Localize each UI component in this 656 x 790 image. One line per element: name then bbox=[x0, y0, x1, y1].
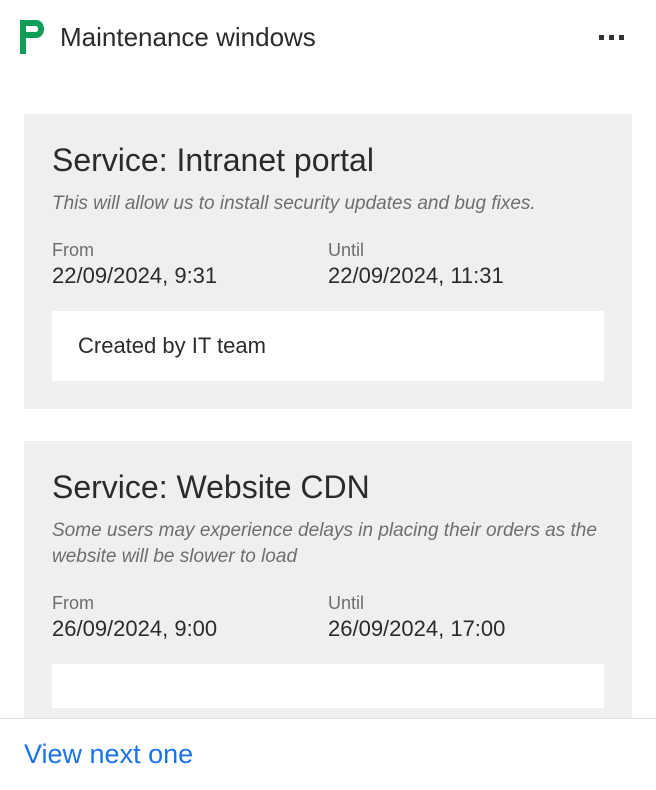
header: Maintenance windows bbox=[0, 0, 656, 74]
until-column: Until 22/09/2024, 11:31 bbox=[328, 240, 604, 289]
from-value: 22/09/2024, 9:31 bbox=[52, 263, 328, 289]
from-column: From 22/09/2024, 9:31 bbox=[52, 240, 328, 289]
until-value: 22/09/2024, 11:31 bbox=[328, 263, 604, 289]
view-next-link[interactable]: View next one bbox=[24, 739, 632, 770]
maintenance-card: Service: Website CDN Some users may expe… bbox=[24, 441, 632, 736]
header-left: Maintenance windows bbox=[18, 18, 316, 56]
logo-p-icon bbox=[18, 18, 46, 56]
from-value: 26/09/2024, 9:00 bbox=[52, 616, 328, 642]
until-column: Until 26/09/2024, 17:00 bbox=[328, 593, 604, 642]
dot-icon bbox=[599, 35, 604, 40]
dot-icon bbox=[619, 35, 624, 40]
dot-icon bbox=[609, 35, 614, 40]
created-by-box: Created by IT team bbox=[52, 311, 604, 381]
from-column: From 26/09/2024, 9:00 bbox=[52, 593, 328, 642]
date-row: From 26/09/2024, 9:00 Until 26/09/2024, … bbox=[52, 593, 604, 642]
cards-container: Service: Intranet portal This will allow… bbox=[0, 74, 656, 736]
card-title: Service: Intranet portal bbox=[52, 142, 604, 179]
more-menu-button[interactable] bbox=[591, 27, 632, 48]
created-by-text: Created by IT team bbox=[78, 333, 578, 359]
from-label: From bbox=[52, 240, 328, 261]
card-description: This will allow us to install security u… bbox=[52, 191, 604, 218]
page-title: Maintenance windows bbox=[60, 22, 316, 53]
maintenance-card: Service: Intranet portal This will allow… bbox=[24, 114, 632, 409]
date-row: From 22/09/2024, 9:31 Until 22/09/2024, … bbox=[52, 240, 604, 289]
footer: View next one bbox=[0, 718, 656, 790]
until-label: Until bbox=[328, 240, 604, 261]
until-label: Until bbox=[328, 593, 604, 614]
until-value: 26/09/2024, 17:00 bbox=[328, 616, 604, 642]
from-label: From bbox=[52, 593, 328, 614]
card-title: Service: Website CDN bbox=[52, 469, 604, 506]
card-description: Some users may experience delays in plac… bbox=[52, 518, 604, 571]
created-by-box bbox=[52, 664, 604, 708]
